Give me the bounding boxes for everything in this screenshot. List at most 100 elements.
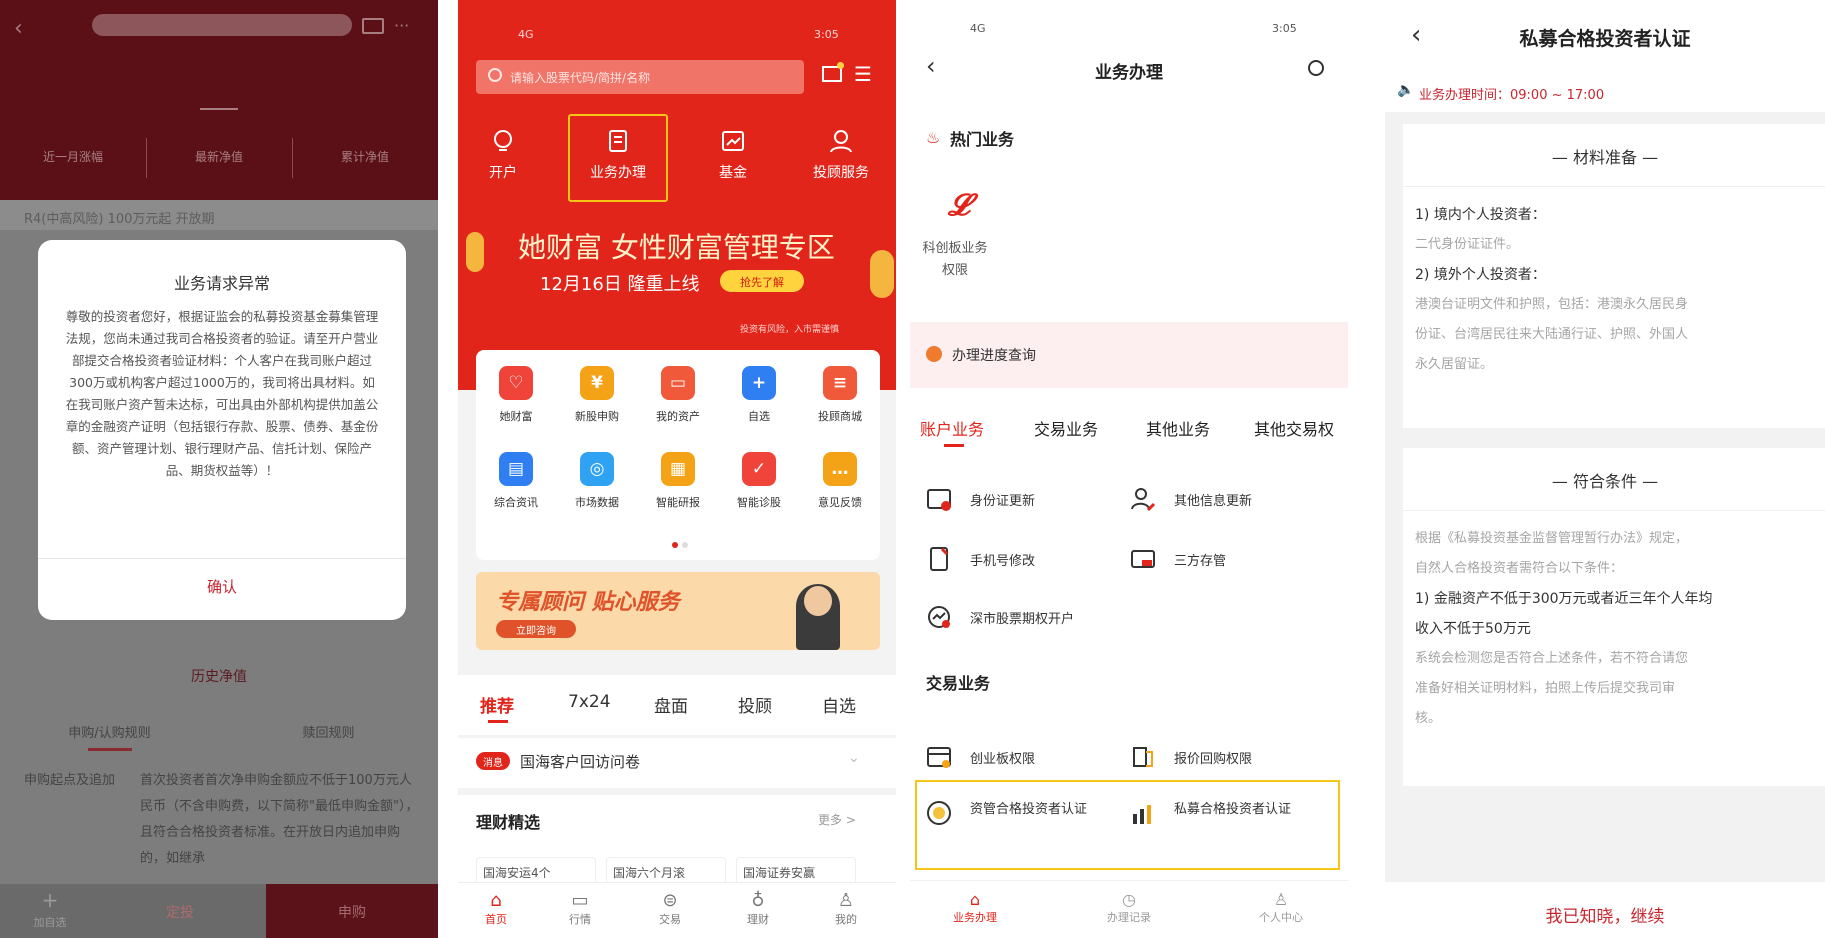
conditions-list: 根据《私募投资基金监督管理暂行办法》规定， 自然人合格投资者需符合以下条件： 1) …	[1415, 524, 1807, 734]
service-label: 她财富	[499, 410, 533, 423]
service-item[interactable]: ▦ 智能研报	[638, 452, 718, 510]
invest-plan-button[interactable]: 定投	[130, 902, 230, 922]
user-icon: ♙	[837, 890, 855, 911]
add-folder-icon[interactable]	[362, 18, 384, 34]
banner-title[interactable]: 她财富 女性财富管理专区	[518, 226, 835, 266]
add-watchlist-button[interactable]: 加自选	[20, 914, 80, 930]
continue-button[interactable]: 我已知晓，继续	[1385, 902, 1825, 927]
banner-subtitle: 12月16日 隆重上线	[540, 274, 700, 295]
progress-query[interactable]: 办理进度查询	[910, 322, 1348, 388]
info-line: 系统会检测您是否符合上述条件，若不符合请您	[1415, 651, 1689, 666]
signal-indicator: 4G	[970, 22, 986, 35]
item-label: 报价回购权限	[1174, 752, 1253, 767]
info-line: 自然人合格投资者需符合以下条件：	[1415, 561, 1624, 576]
service-icon: …	[823, 452, 857, 486]
repo-icon	[1133, 747, 1153, 767]
info-line: 1) 金融资产不低于300万元或者近三年个人年均	[1415, 591, 1713, 607]
more-icon[interactable]: ···	[394, 16, 409, 35]
wealth-icon: ♁	[751, 890, 765, 911]
banner-button[interactable]: 抢先了解	[720, 270, 804, 292]
tabbar-profile[interactable]: ♙ 个人中心	[1236, 890, 1326, 925]
trade-section-title: 交易业务	[926, 674, 991, 693]
chart-icon: ▭	[571, 890, 589, 911]
confirm-button[interactable]: 确认	[38, 576, 406, 597]
nav-advisory[interactable]: 投顾服务	[796, 128, 886, 182]
tabbar-label: 行情	[569, 913, 591, 926]
tab-market[interactable]: 盘面	[654, 692, 688, 717]
tab-trade[interactable]: 交易业务	[1034, 416, 1098, 440]
service-item[interactable]: … 意见反馈	[800, 452, 880, 510]
open-account-icon	[494, 130, 512, 151]
progress-icon	[926, 346, 942, 362]
nav-open-account[interactable]: 开户	[458, 128, 548, 182]
tab-advisor[interactable]: 投顾	[738, 692, 772, 717]
tab-purchase-rules[interactable]: 申购/认购规则	[0, 722, 219, 741]
search-icon[interactable]	[1308, 60, 1324, 76]
option-chart-icon	[928, 606, 950, 628]
info-line: 2) 境外个人投资者：	[1415, 267, 1546, 283]
service-item[interactable]: ¥ 新股申购	[557, 366, 637, 424]
tab-watchlist[interactable]: 自选	[822, 692, 856, 717]
nav-fund[interactable]: 基金	[688, 128, 778, 182]
star-board-icon[interactable]: 𝓛	[948, 188, 970, 223]
stat-nav: 最新净值	[194, 150, 243, 164]
product-card[interactable]: 国海六个月滚	[606, 857, 726, 885]
service-label: 智能研报	[656, 496, 700, 509]
dialog-body: 尊敬的投资者您好，根据证监会的私募投资基金募集管理法规，您尚未通过我司合格投资者…	[65, 309, 379, 478]
service-label: 综合资讯	[494, 496, 538, 509]
tabbar-business[interactable]: ⌂ 业务办理	[930, 890, 1020, 925]
tabbar-wealth[interactable]: ♁ 理财	[728, 890, 788, 927]
tabbar-trade[interactable]: ⊜ 交易	[640, 890, 700, 927]
service-item[interactable]: ◎ 市场数据	[557, 452, 637, 510]
plus-icon[interactable]: +	[20, 888, 80, 912]
chevron-down-icon[interactable]: ⌄	[848, 750, 860, 766]
fund-icon	[722, 131, 744, 151]
advisor-banner[interactable]: 专属顾问 贴心服务 立即咨询	[476, 572, 880, 650]
service-item[interactable]: ≡ 投顾商城	[800, 366, 880, 424]
service-icon: ♡	[499, 366, 533, 400]
consult-button[interactable]: 立即咨询	[496, 620, 576, 638]
buy-button[interactable]: 申购	[266, 884, 438, 938]
news-row[interactable]: 消息 国海客户回访问卷 ⌄	[458, 738, 896, 788]
tabbar-home[interactable]: ⌂ 首页	[466, 890, 526, 927]
home-panel: 4G 3:05 请输入股票代码/简拼/名称 ☰ 开户 业务办理 基金 投顾服务 …	[458, 0, 896, 938]
advisor-face	[804, 586, 832, 616]
tabbar-label: 首页	[485, 913, 507, 926]
service-item[interactable]: ✓ 智能诊股	[719, 452, 799, 510]
search-input[interactable]: 请输入股票代码/简拼/名称	[476, 60, 804, 94]
tabbar-label: 理财	[747, 913, 769, 926]
more-link[interactable]: 更多 >	[818, 811, 856, 828]
unread-dot	[837, 62, 844, 69]
tab-other[interactable]: 其他业务	[1146, 416, 1210, 440]
service-item[interactable]: ▭ 我的资产	[638, 366, 718, 424]
service-item[interactable]: ♡ 她财富	[476, 366, 556, 424]
page-dot-active	[672, 542, 678, 548]
tab-redeem-rules[interactable]: 赎回规则	[219, 722, 438, 741]
back-icon[interactable]: ‹	[14, 16, 23, 41]
tab-account[interactable]: 账户业务	[920, 416, 984, 440]
tab-other-trade[interactable]: 其他交易权	[1254, 416, 1348, 440]
menu-icon[interactable]: ☰	[854, 62, 872, 86]
history-nav-link[interactable]: 历史净值	[0, 666, 438, 686]
tabbar-records[interactable]: ◷ 办理记录	[1084, 890, 1174, 925]
hot-item-label[interactable]: 科创板业务 权限	[910, 238, 1000, 282]
item-label: 创业板权限	[970, 752, 1036, 767]
info-line: 港澳台证明文件和护照，包括：港澳永久居民身	[1415, 297, 1689, 312]
info-line: 核。	[1415, 711, 1442, 726]
service-item[interactable]: ▤ 综合资讯	[476, 452, 556, 510]
rule-label: 申购起点及追加	[24, 773, 116, 788]
service-item[interactable]: + 自选	[719, 366, 799, 424]
info-line: 份证、台湾居民往来大陆通行证、护照、外国人	[1415, 327, 1689, 342]
service-label: 智能诊股	[737, 496, 781, 509]
coin-decoration	[870, 250, 894, 298]
rule-text: 首次投资者首次净申购金额应不低于100万元人民币（不含申购费，以下简称"最低申购…	[140, 773, 419, 866]
tab-indicator	[944, 444, 964, 447]
tab-recommend[interactable]: 推荐	[480, 692, 514, 717]
product-card[interactable]: 国海安运4个	[476, 857, 596, 885]
tabbar-quotes[interactable]: ▭ 行情	[550, 890, 610, 927]
product-card[interactable]: 国海证券安赢	[736, 857, 856, 885]
tabbar-label: 办理记录	[1107, 911, 1151, 924]
tab-7x24[interactable]: 7x24	[568, 692, 611, 712]
section-title: 理财精选	[476, 813, 541, 832]
tabbar-mine[interactable]: ♙ 我的	[816, 890, 876, 927]
